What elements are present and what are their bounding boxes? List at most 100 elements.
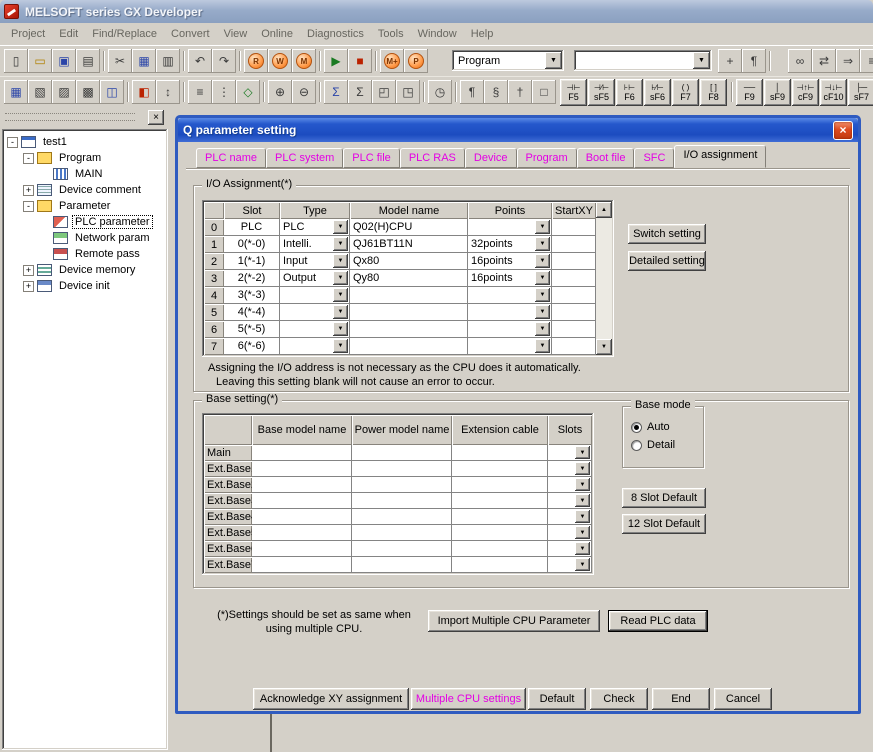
monitor-mode-icon[interactable]: M: [292, 49, 316, 73]
window-tile-icon[interactable]: ◰: [372, 80, 396, 104]
points-combo[interactable]: 16points▼: [468, 270, 552, 287]
project-data-list-icon[interactable]: ▦: [4, 80, 28, 104]
start-xy-cell[interactable]: [552, 304, 596, 321]
fkey-close-branch-button[interactable]: ⊦∕⊢sF6: [644, 79, 671, 106]
start-monitor-icon[interactable]: ▶: [324, 49, 348, 73]
slots-combo[interactable]: ▼: [548, 461, 592, 477]
statement-display-icon[interactable]: §: [484, 80, 508, 104]
tab-plc-ras[interactable]: PLC RAS: [400, 148, 465, 168]
menu-tools[interactable]: Tools: [371, 25, 411, 43]
io-table-scrollbar[interactable]: ▲ ▼: [596, 202, 612, 355]
model-name-cell[interactable]: Qx80: [350, 253, 468, 270]
scroll-down-icon[interactable]: ▼: [596, 339, 612, 355]
fkey-vertical-line-button[interactable]: │sF9: [764, 79, 791, 106]
tab-io-assignment[interactable]: I/O assignment: [674, 145, 766, 168]
monitor-window-icon[interactable]: □: [532, 80, 556, 104]
startxy-cell[interactable]: [552, 321, 596, 338]
device-comment-icon[interactable]: ▧: [28, 80, 52, 104]
slot-cell[interactable]: 6(*-6): [224, 338, 280, 355]
base-model-cell[interactable]: [252, 477, 352, 493]
points-combo[interactable]: ▼: [468, 304, 552, 321]
detailed-setting-button[interactable]: Detailed setting: [628, 251, 706, 271]
startxy-cell[interactable]: [552, 338, 596, 355]
open-project-icon[interactable]: ▭: [28, 49, 52, 73]
close-panel-button[interactable]: ×: [148, 110, 164, 125]
chevron-down-icon[interactable]: ▼: [575, 526, 590, 539]
slot-cell[interactable]: 2(*-2): [224, 270, 280, 287]
fkey-falling-pulse-button[interactable]: ⊣↓⊢cF10: [820, 79, 847, 106]
parameter-setting-icon[interactable]: ◧: [132, 80, 156, 104]
fkey-horizontal-line-button[interactable]: ──F9: [736, 79, 763, 106]
base-model-cell[interactable]: [252, 541, 352, 557]
cancel-button[interactable]: Cancel: [714, 688, 772, 710]
tree-item-network-param[interactable]: Network param: [4, 230, 166, 246]
print-icon[interactable]: ▤: [76, 49, 100, 73]
slots-combo[interactable]: ▼: [548, 525, 592, 541]
device-memory-icon[interactable]: ◫: [100, 80, 124, 104]
extension-cable-cell[interactable]: [452, 493, 548, 509]
startxy-cell[interactable]: [552, 219, 596, 236]
tab-plc-system[interactable]: PLC system: [266, 148, 343, 168]
type-combo[interactable]: ▼: [280, 304, 350, 321]
fkey-application-instruction-button[interactable]: [ ]F8: [700, 79, 727, 106]
window-titlebar[interactable]: MELSOFT series GX Developer: [0, 0, 873, 23]
tree-expander[interactable]: -: [23, 201, 34, 212]
base-model-cell[interactable]: [252, 461, 352, 477]
check-button[interactable]: Check: [590, 688, 648, 710]
read-plc-data-button[interactable]: Read PLC data: [608, 610, 708, 632]
zoom-out-icon[interactable]: ⊖: [292, 80, 316, 104]
sfc-mode-icon[interactable]: ◇: [236, 80, 260, 104]
menu-find-replace[interactable]: Find/Replace: [85, 25, 164, 43]
zoom-in-icon[interactable]: ⊕: [268, 80, 292, 104]
transfer-setup-icon[interactable]: ↕: [156, 80, 180, 104]
scroll-up-icon[interactable]: ▲: [596, 202, 612, 218]
write-mode-icon[interactable]: W: [268, 49, 292, 73]
tab-sfc[interactable]: SFC: [634, 148, 674, 168]
power-model-cell[interactable]: [352, 477, 452, 493]
chevron-down-icon[interactable]: ▼: [575, 462, 590, 475]
menu-window[interactable]: Window: [411, 25, 464, 43]
power-model-cell[interactable]: [352, 557, 452, 573]
chevron-down-icon[interactable]: ▼: [575, 446, 590, 459]
note-icon[interactable]: ▩: [76, 80, 100, 104]
type-combo[interactable]: ▼: [280, 321, 350, 338]
slots-combo[interactable]: ▼: [548, 541, 592, 557]
startxy-cell[interactable]: [552, 287, 596, 304]
tree-item-device-comment[interactable]: + Device comment: [4, 182, 166, 198]
chevron-down-icon[interactable]: ▼: [333, 271, 348, 285]
chevron-down-icon[interactable]: ▼: [535, 237, 550, 251]
chevron-down-icon[interactable]: ▼: [535, 254, 550, 268]
chevron-down-icon[interactable]: ▼: [535, 339, 550, 353]
chevron-down-icon[interactable]: ▼: [333, 288, 348, 302]
program-check-icon[interactable]: Σ: [324, 80, 348, 104]
slot-cell[interactable]: 5(*-5): [224, 321, 280, 338]
model-name-cell[interactable]: Qy80: [350, 270, 468, 287]
power-model-cell[interactable]: [352, 461, 452, 477]
fkey-coil-button[interactable]: ( )F7: [672, 79, 699, 106]
default-button[interactable]: Default: [528, 688, 586, 710]
tree-item-plc-parameter[interactable]: PLC parameter: [4, 214, 166, 230]
model-name-cell[interactable]: QJ61BT11N: [350, 236, 468, 253]
cut-icon[interactable]: ✂: [108, 49, 132, 73]
base-model-cell[interactable]: [252, 509, 352, 525]
menu-diagnostics[interactable]: Diagnostics: [300, 25, 371, 43]
points-combo[interactable]: 32points▼: [468, 236, 552, 253]
type-combo[interactable]: PLC▼: [280, 219, 350, 236]
points-combo[interactable]: ▼: [468, 338, 552, 355]
slots-combo[interactable]: ▼: [548, 557, 592, 573]
model-name-cell[interactable]: [350, 287, 468, 304]
chevron-down-icon[interactable]: ▼: [693, 52, 710, 69]
merge-data-icon[interactable]: Σ: [348, 80, 372, 104]
chevron-down-icon[interactable]: ▼: [333, 322, 348, 336]
slot-cell[interactable]: PLC: [224, 219, 280, 236]
menu-online[interactable]: Online: [254, 25, 300, 43]
tree-item-parameter[interactable]: - Parameter: [4, 198, 166, 214]
power-model-cell[interactable]: [352, 445, 452, 461]
chevron-down-icon[interactable]: ▼: [333, 339, 348, 353]
slot-default-8-button[interactable]: 8 Slot Default: [622, 488, 706, 508]
tree-item-device-memory[interactable]: + Device memory: [4, 262, 166, 278]
import-multiple-cpu-parameter-button[interactable]: Import Multiple CPU Parameter: [428, 610, 600, 632]
type-combo[interactable]: ▼: [280, 338, 350, 355]
chevron-down-icon[interactable]: ▼: [535, 288, 550, 302]
extension-cable-cell[interactable]: [452, 557, 548, 573]
